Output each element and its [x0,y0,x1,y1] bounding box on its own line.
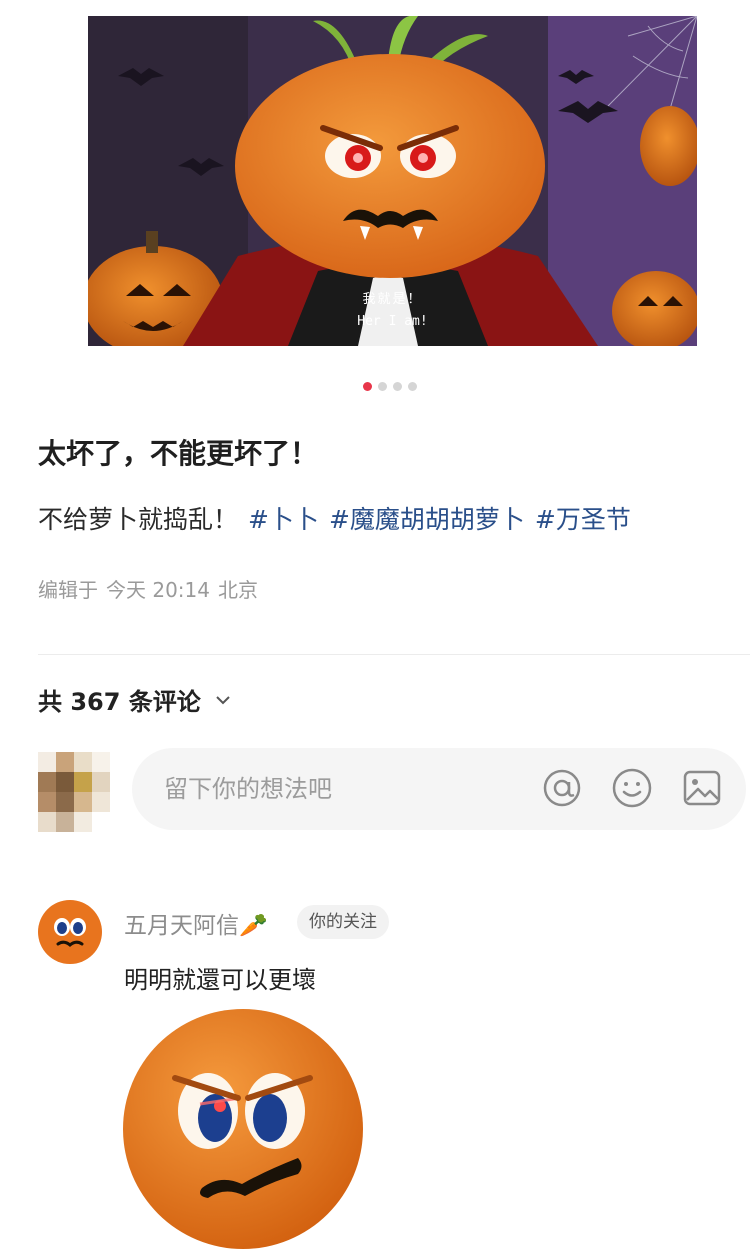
comment-text: 明明就還可以更壞 [124,966,316,994]
post-description: 不给萝卜就捣乱！ #卜卜 #魔魔胡胡胡萝卜 #万圣节 [38,500,631,536]
image-subtitle-en: Her I am! [357,314,428,329]
comment-count-toggle[interactable]: 共 367 条评论 [38,682,231,717]
edited-time: 今天 20:14 [106,578,210,602]
hashtag-halloween[interactable]: #万圣节 [535,505,631,534]
post-meta: 编辑于 今天 20:14 北京 [38,574,258,603]
hashtag-carrot[interactable]: #魔魔胡胡胡萝卜 [329,505,525,534]
my-avatar [38,752,110,832]
post-location: 北京 [218,578,258,602]
carousel-dot-active [363,382,372,391]
post-image-carousel[interactable]: 我就是！ Her I am! [88,16,697,346]
comment-input-box[interactable] [132,748,746,830]
comment-author-avatar[interactable] [38,900,102,964]
carousel-dot [378,382,387,391]
carousel-indicator [363,382,417,391]
input-actions [540,766,724,810]
at-icon[interactable] [540,766,584,810]
comment-sticker-image[interactable] [120,1006,366,1252]
comment-count-label: 共 367 条评论 [38,688,201,716]
carousel-dot [393,382,402,391]
emoji-icon[interactable] [610,766,654,810]
image-icon[interactable] [680,766,724,810]
hashtag-bubu[interactable]: #卜卜 [248,505,319,534]
divider [38,654,750,655]
edited-label: 编辑于 [38,578,98,602]
post-text: 不给萝卜就捣乱！ [38,505,239,534]
post-title: 太坏了，不能更坏了！ [38,437,319,470]
image-subtitle-cn: 我就是！ [362,292,423,307]
comment-input[interactable] [164,775,524,803]
comment-author-name[interactable]: 五月天阿信🥕 [124,906,268,940]
following-badge: 你的关注 [297,905,389,939]
chevron-down-icon [215,689,231,710]
carousel-dot [408,382,417,391]
